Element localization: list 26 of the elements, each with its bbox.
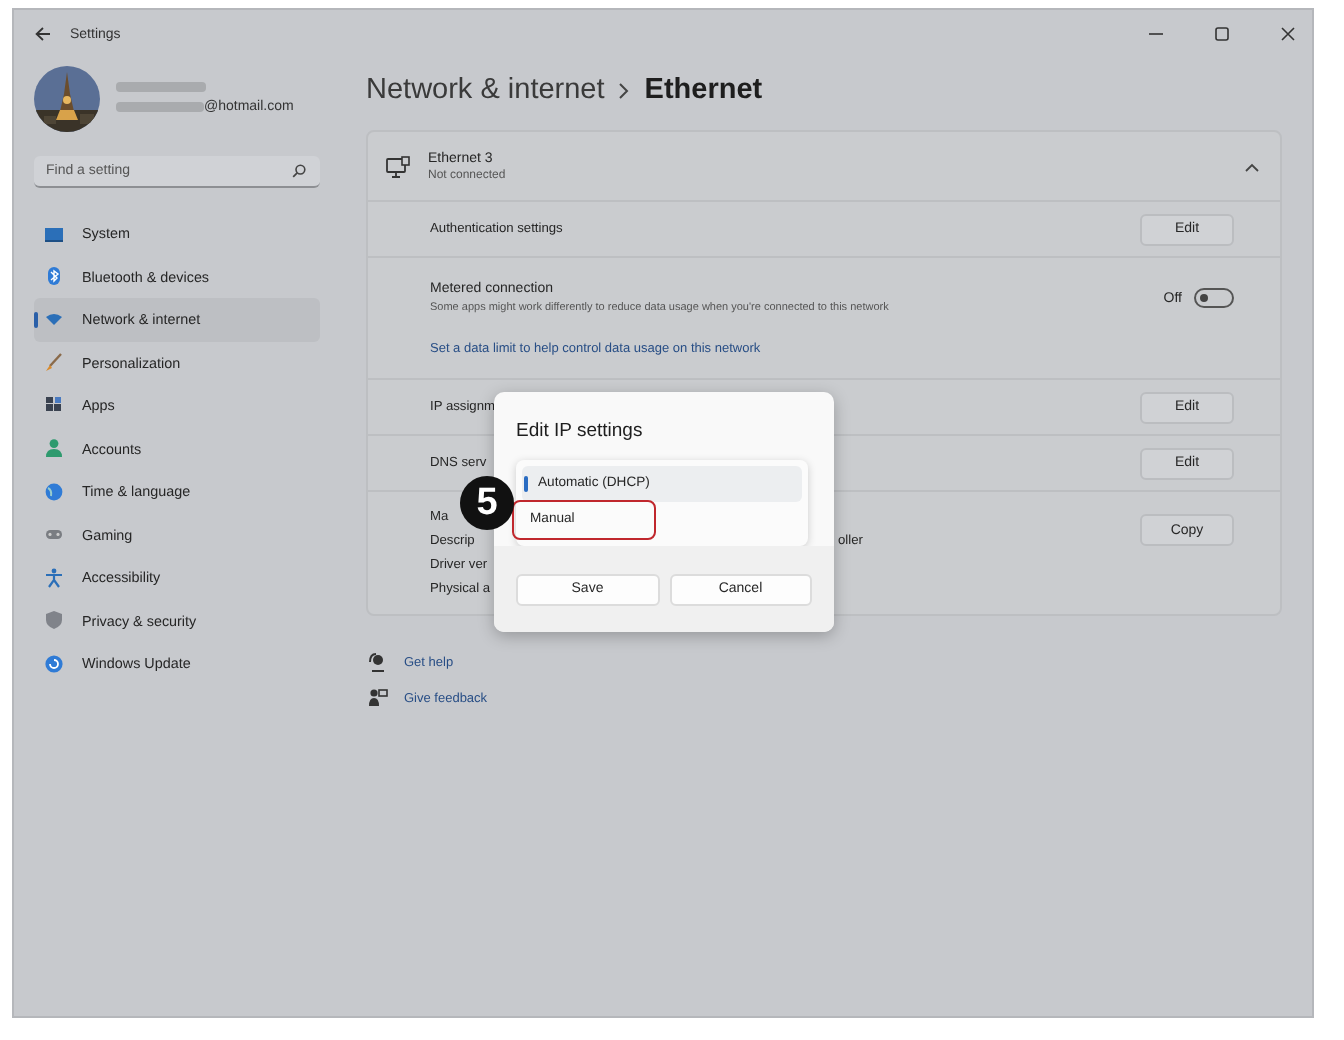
update-icon	[44, 653, 64, 674]
help-icon	[368, 652, 388, 672]
maximize-icon[interactable]	[1214, 26, 1230, 42]
search-icon	[292, 164, 306, 178]
page-title: Ethernet	[644, 74, 763, 106]
bluetooth-icon	[44, 266, 64, 287]
toggle-switch[interactable]	[1194, 288, 1234, 308]
back-icon[interactable]	[34, 26, 52, 42]
accessibility-icon	[44, 567, 64, 588]
feedback-icon	[368, 688, 388, 708]
ethernet-icon	[386, 155, 410, 177]
brush-icon	[44, 352, 64, 373]
gamepad-icon	[44, 524, 64, 545]
monitor-icon	[44, 223, 64, 244]
shield-icon	[44, 610, 64, 631]
close-icon[interactable]	[1280, 26, 1296, 42]
chevron-up-icon[interactable]	[1244, 161, 1260, 171]
apps-icon	[44, 395, 64, 416]
breadcrumb-link[interactable]: Network & internet	[366, 74, 605, 106]
person-icon	[44, 438, 64, 459]
wifi-icon	[44, 309, 64, 330]
chevron-right-icon	[618, 81, 631, 99]
globe-icon	[44, 481, 64, 502]
dialog-title: Edit IP settings	[514, 418, 645, 446]
blurred-email	[116, 102, 204, 112]
blurred-name	[116, 82, 206, 92]
